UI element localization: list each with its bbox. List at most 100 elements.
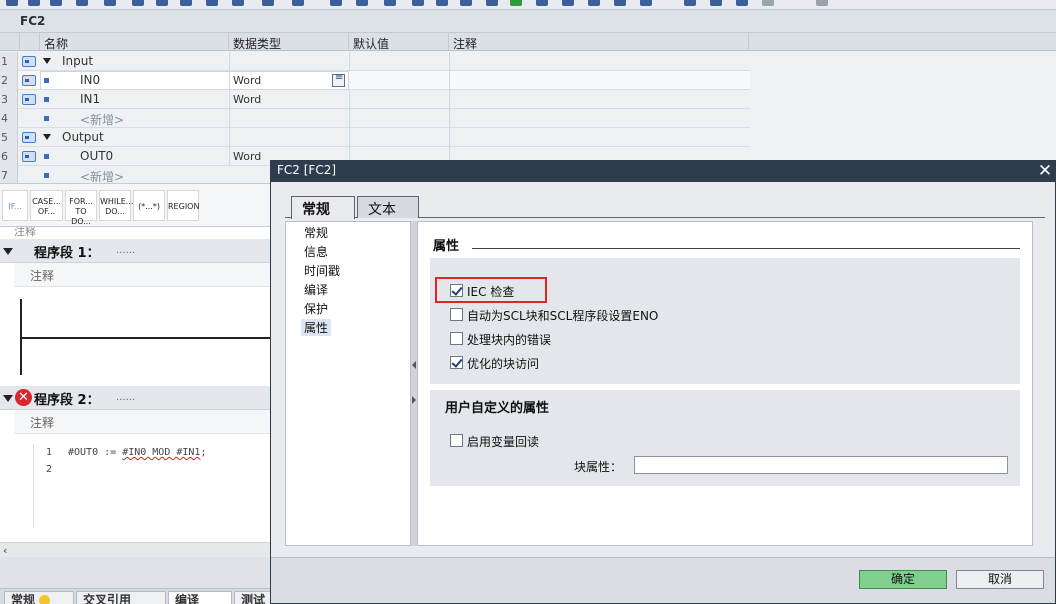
name-cell-selected[interactable] xyxy=(40,71,230,90)
tab-test[interactable]: 测试 xyxy=(234,591,270,604)
scl-instruction-bar: IF... CASE... OF... FOR... TO DO... WHIL… xyxy=(0,183,270,227)
collapse-triangle-icon[interactable] xyxy=(3,395,13,402)
horizontal-scrollbar[interactable]: ‹ xyxy=(0,542,270,557)
add-new-row[interactable]: <新增> xyxy=(80,111,124,128)
toolbar-tool-icon[interactable] xyxy=(684,0,696,6)
scl-if-button[interactable]: IF... xyxy=(2,190,28,221)
expand-triangle-icon[interactable] xyxy=(43,134,51,140)
toolbar-tool-icon[interactable] xyxy=(6,0,18,6)
readback-checkbox[interactable] xyxy=(450,434,463,447)
nav-item-timestamp[interactable]: 时间戳 xyxy=(304,262,340,279)
toolbar-tool-icon[interactable] xyxy=(486,0,498,6)
ladder-rung xyxy=(20,337,270,339)
toolbar-tool-icon[interactable] xyxy=(292,0,304,6)
toolbar-tool-icon[interactable] xyxy=(132,0,144,6)
expand-triangle-icon[interactable] xyxy=(43,58,51,64)
table-row[interactable]: 4 <新增> xyxy=(0,109,750,128)
toolbar-tool-icon[interactable] xyxy=(762,0,774,6)
toolbar-tool-icon[interactable] xyxy=(232,0,244,6)
header-name[interactable]: 名称 xyxy=(40,33,229,51)
row-number: 6 xyxy=(0,147,18,166)
header-comment[interactable]: 注释 xyxy=(449,33,749,51)
program-editor[interactable]: 注释 程序段 1： ...... 注释 ✕ 程序段 2： ...... 注释 1… xyxy=(0,227,270,542)
toolbar-tool-icon[interactable] xyxy=(76,0,88,6)
toolbar-tool-icon[interactable] xyxy=(180,0,192,6)
block-comment[interactable]: 注释 xyxy=(14,227,36,239)
network-1-name[interactable]: ...... xyxy=(116,245,135,256)
toolbar-tool-icon[interactable] xyxy=(28,0,40,6)
handle-errors-checkbox[interactable] xyxy=(450,332,463,345)
table-row[interactable]: 1 Input xyxy=(0,52,750,71)
toolbar-tool-icon[interactable] xyxy=(640,0,652,6)
tab-text[interactable]: 文本 xyxy=(357,196,419,218)
add-new-row[interactable]: <新增> xyxy=(80,168,124,183)
scroll-left-icon[interactable]: ‹ xyxy=(3,544,7,557)
scl-case-button[interactable]: CASE... OF... xyxy=(30,190,63,221)
toolbar-tool-icon[interactable] xyxy=(330,0,342,6)
toolbar-tool-icon[interactable] xyxy=(156,0,168,6)
table-row[interactable]: 2 IN0 Word xyxy=(0,71,750,90)
header-datatype[interactable]: 数据类型 xyxy=(229,33,349,51)
network-2-header[interactable]: ✕ 程序段 2： ...... xyxy=(0,386,270,410)
cancel-button[interactable]: 取消 xyxy=(956,570,1044,589)
optimized-access-checkbox[interactable] xyxy=(450,356,463,369)
header-filler xyxy=(749,33,1056,51)
ok-button[interactable]: 确定 xyxy=(859,570,947,589)
grid-line xyxy=(229,147,230,166)
toolbar-tool-icon[interactable] xyxy=(436,0,448,6)
code-line-1[interactable]: #OUT0 := #IN0 MOD #IN1; xyxy=(68,447,207,458)
toolbar-tool-icon[interactable] xyxy=(262,0,274,6)
toolbar-tool-icon[interactable] xyxy=(356,0,368,6)
nav-item-protection[interactable]: 保护 xyxy=(304,300,328,317)
network-2-comment[interactable]: 注释 xyxy=(14,410,270,434)
network-2-name[interactable]: ...... xyxy=(116,392,135,403)
toolbar-tool-icon[interactable] xyxy=(384,0,396,6)
row-name: IN0 xyxy=(80,73,101,87)
toolbar-tool-icon[interactable] xyxy=(460,0,472,6)
header-default[interactable]: 默认值 xyxy=(349,33,449,51)
block-attribute-input[interactable] xyxy=(634,456,1008,474)
row-number: 7 xyxy=(0,166,18,183)
table-row[interactable]: 5 Output xyxy=(0,128,750,147)
tab-general[interactable]: 常规 xyxy=(4,591,74,604)
check-icon[interactable] xyxy=(510,0,522,6)
nav-item-info[interactable]: 信息 xyxy=(304,243,328,260)
row-type: Word xyxy=(233,74,262,87)
toolbar-tool-icon[interactable] xyxy=(562,0,574,6)
section-title-attributes: 属性 xyxy=(433,239,460,254)
toolbar-tool-icon[interactable] xyxy=(104,0,116,6)
nav-item-general[interactable]: 常规 xyxy=(304,224,328,241)
checkbox-label: 优化的块访问 xyxy=(467,357,540,371)
collapse-left-icon[interactable] xyxy=(412,361,416,369)
table-row[interactable]: 3 IN1 Word xyxy=(0,90,750,109)
toolbar-tool-icon[interactable] xyxy=(206,0,218,6)
nav-item-attributes[interactable]: 属性 xyxy=(301,319,332,336)
close-icon[interactable]: ✕ xyxy=(1035,162,1055,181)
tab-compile[interactable]: 编译 xyxy=(168,591,232,604)
scl-comment-button[interactable]: (*...*) xyxy=(133,190,165,221)
network-1-comment[interactable]: 注释 xyxy=(14,263,270,287)
scl-for-button[interactable]: FOR... TO DO... xyxy=(65,190,97,226)
info-icon xyxy=(39,595,51,604)
scl-while-button[interactable]: WHILE... DO... xyxy=(99,190,133,221)
collapse-triangle-icon[interactable] xyxy=(3,248,13,255)
tab-general[interactable]: 常规 xyxy=(291,196,355,219)
dialog-titlebar[interactable]: FC2 [FC2] xyxy=(271,161,1055,182)
nav-item-compile[interactable]: 编译 xyxy=(304,281,328,298)
expand-right-icon[interactable] xyxy=(412,396,416,404)
toolbar-tool-icon[interactable] xyxy=(816,0,828,6)
tab-cross-reference[interactable]: 交叉引用 xyxy=(76,591,166,604)
toolbar-tool-icon[interactable] xyxy=(710,0,722,6)
toolbar-tool-icon[interactable] xyxy=(588,0,600,6)
toolbar-tool-icon[interactable] xyxy=(736,0,748,6)
grid-line xyxy=(229,90,230,109)
toolbar-tool-icon[interactable] xyxy=(50,0,62,6)
toolbar-tool-icon[interactable] xyxy=(536,0,548,6)
scl-region-button[interactable]: REGION xyxy=(167,190,199,221)
network-1-header[interactable]: 程序段 1： ...... xyxy=(0,239,270,263)
iec-check-checkbox[interactable] xyxy=(450,284,463,297)
datatype-list-icon[interactable] xyxy=(332,72,345,87)
toolbar-tool-icon[interactable] xyxy=(412,0,424,6)
toolbar-tool-icon[interactable] xyxy=(614,0,626,6)
auto-eno-checkbox[interactable] xyxy=(450,308,463,321)
